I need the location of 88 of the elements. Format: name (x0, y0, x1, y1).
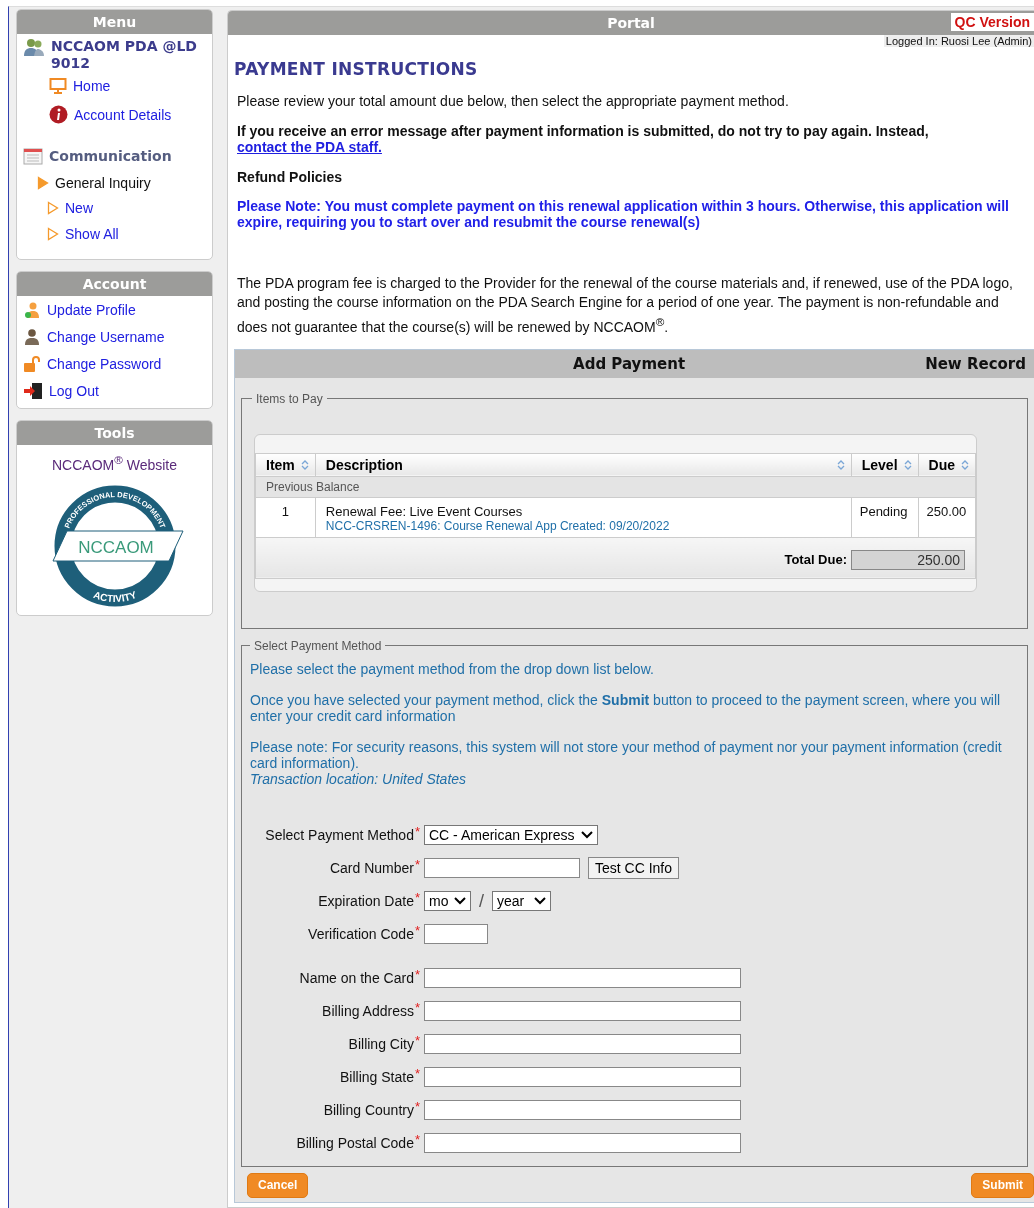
menu-link[interactable]: General Inquiry (55, 175, 151, 191)
column-header[interactable]: Description (315, 453, 852, 477)
date-separator: / (479, 890, 484, 912)
fee-text: The PDA program fee is charged to the Provider for the renewal of the course materials and, if renewed, use of the PDA logo, and posting the course information on the PDA Search Engine for a period of one year. The payment is non-refundable and does not guarantee that the course(s) will be renewed by NCCAOM$^{®}$. (237, 274, 1014, 337)
logo-text: NCCAOM (77, 537, 154, 557)
version-badge: QC Version (950, 13, 1034, 31)
section-legend: Select Payment Method (250, 638, 386, 653)
logo-text: ACTIVITY (91, 588, 138, 604)
contact-link[interactable]: contact the PDA staff. (237, 139, 382, 155)
card-number-field[interactable] (424, 857, 580, 878)
menu-link[interactable]: Home (73, 78, 111, 94)
text-field[interactable] (424, 1033, 741, 1054)
field-label: Verification Code* (307, 925, 420, 942)
monitor-icon (49, 77, 67, 95)
table-cell: 1 (255, 497, 316, 538)
account-link[interactable]: Change Password (47, 356, 162, 372)
total-due-field: 250.00 (851, 549, 965, 570)
sort-icon (836, 458, 845, 471)
info-icon (49, 105, 68, 124)
field-label: Billing Country* (322, 1101, 420, 1118)
group-row: Previous Balance (255, 476, 976, 498)
total-label: Total Due: (784, 552, 847, 568)
users-icon (23, 38, 45, 58)
test-cc-info-button[interactable]: Test CC Info (588, 856, 680, 879)
exit-door-icon (23, 382, 43, 400)
transaction-location: Transaction location: United States (250, 770, 468, 787)
text-field[interactable] (424, 1132, 741, 1153)
field-label: Billing Postal Code* (295, 1134, 420, 1151)
logged-in-user: Logged In: Ruosi Lee (Admin) (883, 35, 1034, 47)
caret-icon (581, 830, 593, 839)
panel-header: Tools (17, 421, 212, 445)
account-link[interactable]: Log Out (49, 383, 99, 399)
unlocked-padlock-icon (23, 355, 41, 373)
table-cell: 250.00 (918, 497, 976, 538)
section-title: Communication (49, 148, 172, 164)
info-text: Please note: For security reasons, this system will not store your method of payment nor your payment information (credit card information). (250, 738, 1003, 771)
table-cell-text: Renewal Fee: Live Event Courses (325, 503, 524, 519)
column-header[interactable]: Level (851, 453, 919, 477)
text-field[interactable] (424, 967, 741, 988)
intro-text: Please review your total amount due below, then select the appropriate payment method. (237, 93, 790, 109)
field-label: Expiration Date* (317, 893, 420, 910)
sort-icon (961, 458, 969, 471)
section-legend: Items to Pay (252, 391, 327, 406)
text-field[interactable] (424, 1099, 741, 1120)
calendar-icon (23, 147, 43, 165)
info-text: Please select the payment method from the drop down list below. (250, 660, 655, 677)
page-heading: PAYMENT INSTRUCTIONS (234, 59, 479, 79)
sort-icon (903, 458, 912, 471)
account-link[interactable]: Change Username (47, 329, 165, 345)
field-label: Billing Address* (321, 1002, 420, 1019)
payment-method-select[interactable]: CC - American Express (424, 824, 598, 845)
panel-title: Add Payment (572, 354, 687, 373)
account-name: NCCAOM PDA @LD 9012 (51, 38, 198, 72)
warning-text: If you receive an error message after payment information is submitted, do not try to pay again. Instead, contact the PDA staff. (237, 123, 930, 155)
verification-code-field[interactable] (424, 923, 488, 944)
note-text: Please Note: You must complete payment on this renewal application within 3 hours. Otherwise, this application will expire, requiring you to start over and resubmit the course renewal(s) (237, 198, 1010, 230)
info-text: Once you have selected your payment method, click the Submit button to proceed to the payment screen, where you will enter your credit card information (250, 691, 1002, 724)
column-header[interactable]: Item (255, 453, 316, 477)
expanded-arrow-icon (37, 176, 49, 190)
field-label: Select Payment Method* (264, 826, 420, 843)
text-field[interactable] (424, 1066, 741, 1087)
account-link[interactable]: Update Profile (47, 302, 136, 318)
text-field[interactable] (424, 1000, 741, 1021)
caret-icon (534, 897, 546, 906)
arrow-icon (47, 227, 59, 241)
caret-icon (454, 897, 467, 906)
field-label: Card Number* (328, 859, 420, 876)
panel-header: Account (17, 272, 212, 296)
arrow-icon (47, 201, 59, 215)
field-label: Billing State* (339, 1068, 420, 1085)
user-icon (23, 328, 41, 346)
sort-icon (300, 458, 309, 471)
website-link[interactable]: NCCAOM$^{®}$ Website (51, 453, 177, 473)
month-select[interactable]: mo (424, 891, 471, 912)
user-icon (23, 301, 41, 319)
portal-title: Portal (607, 15, 655, 31)
panel-header: Menu (17, 10, 212, 34)
table-cell: Pending (851, 497, 919, 538)
column-header[interactable]: Due (918, 453, 976, 477)
record-status: New Record (925, 354, 1026, 373)
menu-link[interactable]: Account Details (74, 106, 172, 123)
field-label: Billing City* (347, 1035, 420, 1052)
menu-link[interactable]: New (65, 200, 93, 216)
field-label: Name on the Card* (298, 969, 420, 986)
item-detail: NCC-CRSREN-1496: Course Renewal App Created: 09/20/2022 (325, 518, 671, 533)
refund-policies-title: Refund Policies (237, 169, 344, 185)
menu-link[interactable]: Show All (65, 226, 119, 242)
year-select[interactable]: year (492, 891, 551, 912)
